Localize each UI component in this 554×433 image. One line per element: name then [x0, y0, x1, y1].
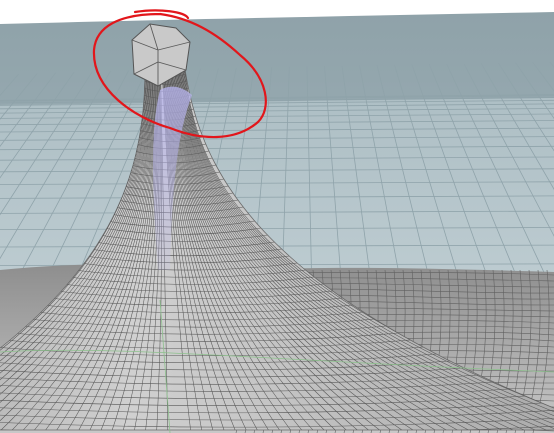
3d-viewport[interactable] [0, 0, 554, 433]
viewport-canvas[interactable] [0, 0, 554, 433]
